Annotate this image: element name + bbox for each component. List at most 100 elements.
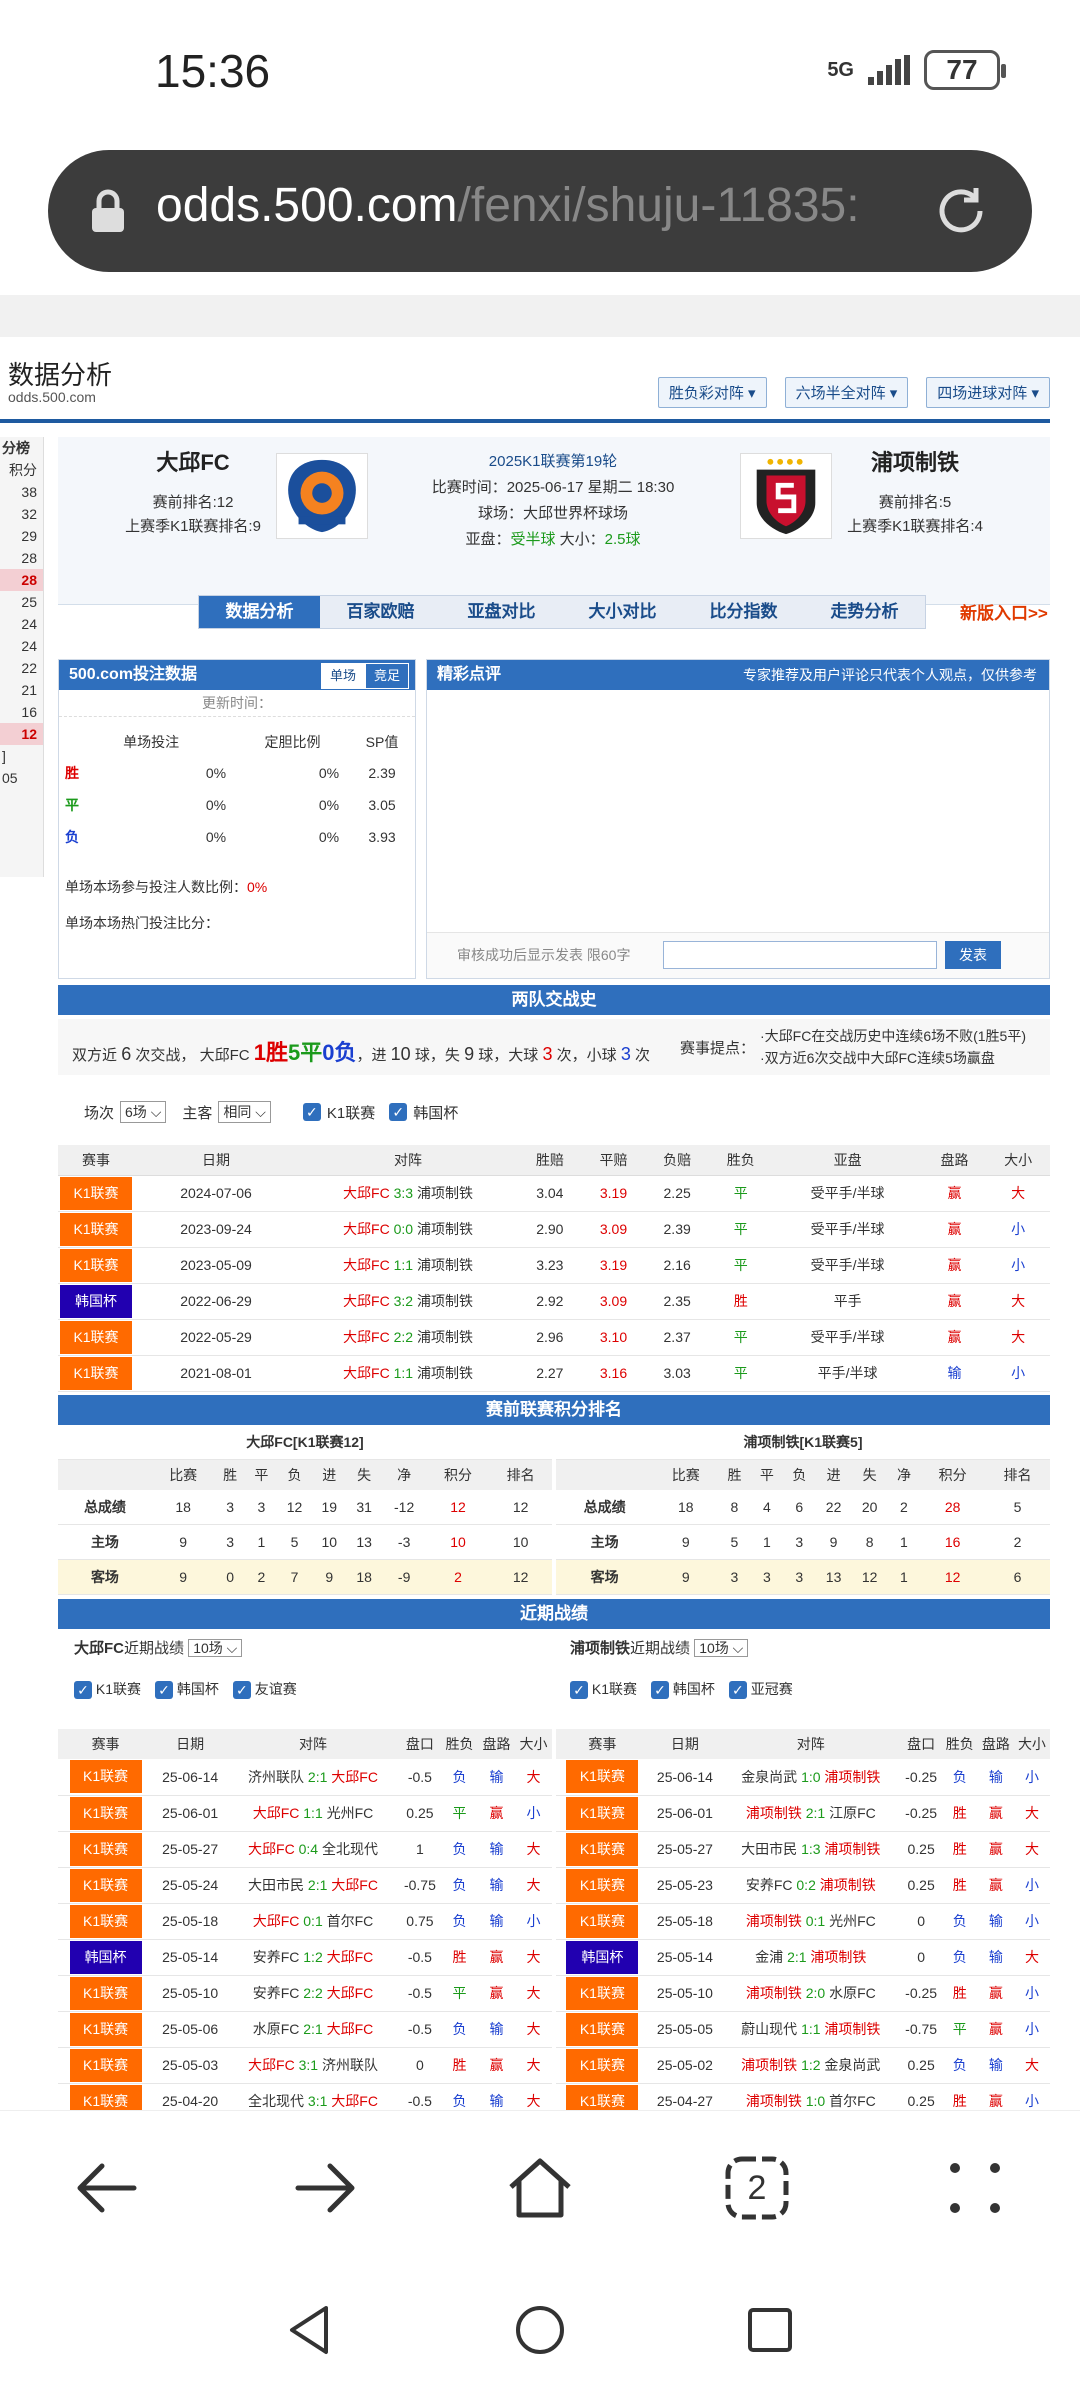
- league-badge[interactable]: K1联赛: [60, 1248, 132, 1282]
- system-back-icon[interactable]: [280, 2300, 340, 2360]
- league-badge[interactable]: K1联赛: [69, 2048, 142, 2082]
- league-badge[interactable]: K1联赛: [69, 1832, 142, 1866]
- league-badge[interactable]: K1联赛: [566, 1796, 639, 1830]
- league-badge[interactable]: K1联赛: [566, 1832, 639, 1866]
- league-badge[interactable]: K1联赛: [60, 1176, 132, 1210]
- checkbox-cup[interactable]: ✓: [389, 1103, 408, 1121]
- league-badge[interactable]: K1联赛: [566, 1976, 639, 2010]
- tab-data-analysis[interactable]: 数据分析: [199, 596, 320, 628]
- league-badge[interactable]: K1联赛: [566, 1868, 639, 1902]
- home-recent-count-select[interactable]: 10场 ⌵: [188, 1639, 243, 1657]
- homeaway-select[interactable]: 相同 ⌵: [218, 1101, 271, 1123]
- tab-asia-odds[interactable]: 亚盘对比: [441, 596, 562, 628]
- league-badge[interactable]: K1联赛: [566, 1904, 639, 1938]
- league-badge[interactable]: K1联赛: [69, 1760, 142, 1794]
- league-badge[interactable]: K1联赛: [69, 1868, 142, 1902]
- match-pair[interactable]: 浦项制铁 2:1 江原FC: [721, 1795, 901, 1832]
- menu-icon[interactable]: [940, 2153, 1010, 2223]
- tab-euro-odds[interactable]: 百家欧赔: [320, 596, 441, 628]
- home-team-name[interactable]: 大邱FC: [78, 445, 308, 477]
- league-badge[interactable]: 韩国杯: [566, 1940, 639, 1974]
- system-recents-icon[interactable]: [740, 2300, 800, 2360]
- match-pair[interactable]: 浦项制铁 0:1 光州FC: [721, 1903, 901, 1940]
- recent-col: 对阵: [227, 1729, 399, 1759]
- league-badge[interactable]: K1联赛: [566, 2048, 639, 2082]
- checkbox-k1[interactable]: ✓: [302, 1103, 321, 1121]
- league-badge[interactable]: K1联赛: [566, 2084, 639, 2110]
- match-pair[interactable]: 大邱FC 3:2 浦项制铁: [298, 1283, 518, 1320]
- home-recent-label: 近期战绩: [124, 1640, 185, 1657]
- match-pair[interactable]: 济州联队 2:1 大邱FC: [227, 1759, 399, 1796]
- league-badge[interactable]: 韩国杯: [69, 1940, 142, 1974]
- home-chk-cup[interactable]: ✓: [155, 1681, 174, 1700]
- standings-cell: 5: [985, 1489, 1050, 1525]
- away-team-name[interactable]: 浦项制铁: [800, 445, 1030, 477]
- system-home-icon[interactable]: [510, 2300, 570, 2360]
- match-pair[interactable]: 大邱FC 2:2 浦项制铁: [298, 1319, 518, 1356]
- match-pair[interactable]: 蔚山现代 1:1 浦项制铁: [721, 2011, 901, 2048]
- match-pair[interactable]: 大邱FC 1:1 浦项制铁: [298, 1247, 518, 1284]
- count-select[interactable]: 6场 ⌵: [120, 1101, 167, 1123]
- comment-input[interactable]: [663, 941, 937, 969]
- match-round[interactable]: 2025K1联赛第19轮: [378, 449, 728, 475]
- away-chk-acl[interactable]: ✓: [728, 1681, 747, 1700]
- sfc-button[interactable]: 胜负彩对阵 ▾: [657, 377, 767, 408]
- league-badge[interactable]: K1联赛: [69, 2084, 142, 2110]
- league-badge[interactable]: K1联赛: [69, 1796, 142, 1830]
- away-chk-k1[interactable]: ✓: [570, 1681, 588, 1700]
- match-pair[interactable]: 安养FC 1:2 大邱FC: [227, 1939, 399, 1976]
- match-pair[interactable]: 全北现代 3:1 大邱FC: [227, 2083, 399, 2110]
- match-pair[interactable]: 大邱FC 0:4 全北现代: [227, 1831, 399, 1868]
- away-chk-cup[interactable]: ✓: [651, 1681, 670, 1700]
- six-half-button[interactable]: 六场半全对阵 ▾: [784, 377, 909, 408]
- toggle-jingzu[interactable]: 竞足: [364, 663, 409, 689]
- match-pair[interactable]: 金泉尚武 1:0 浦项制铁: [721, 1759, 901, 1796]
- league-badge[interactable]: K1联赛: [60, 1320, 132, 1354]
- new-version-link[interactable]: 新版入口>>: [960, 599, 1048, 624]
- submit-comment-button[interactable]: 发表: [945, 941, 1001, 969]
- tab-over-under[interactable]: 大小对比: [562, 596, 683, 628]
- league-badge[interactable]: K1联赛: [60, 1356, 132, 1390]
- match-pair[interactable]: 浦项制铁 2:0 水原FC: [721, 1975, 901, 2012]
- match-pair[interactable]: 水原FC 2:1 大邱FC: [227, 2011, 399, 2048]
- forward-icon[interactable]: [290, 2153, 360, 2223]
- home-chk-k1[interactable]: ✓: [74, 1681, 92, 1700]
- match-pair[interactable]: 浦项制铁 1:0 首尔FC: [721, 2083, 901, 2110]
- match-pair[interactable]: 大邱FC 3:1 济州联队: [227, 2047, 399, 2084]
- league-badge[interactable]: K1联赛: [566, 2012, 639, 2046]
- back-icon[interactable]: [72, 2153, 142, 2223]
- standings-cell: 10: [426, 1524, 490, 1560]
- tab-score-index[interactable]: 比分指数: [683, 596, 804, 628]
- tab-trend[interactable]: 走势分析: [804, 596, 925, 628]
- match-pair[interactable]: 大邱FC 0:0 浦项制铁: [298, 1211, 518, 1248]
- league-badge[interactable]: K1联赛: [69, 1904, 142, 1938]
- match-pair[interactable]: 安养FC 2:2 大邱FC: [227, 1975, 399, 2012]
- url-text[interactable]: odds.500.com/fenxi/shuju-11835:: [156, 178, 936, 244]
- league-badge[interactable]: K1联赛: [69, 1976, 142, 2010]
- address-bar[interactable]: odds.500.com/fenxi/shuju-11835:: [48, 150, 1032, 272]
- match-pair[interactable]: 浦项制铁 1:2 金泉尚武: [721, 2047, 901, 2084]
- result: 平: [441, 1975, 478, 2012]
- away-recent-count-select[interactable]: 10场 ⌵: [694, 1639, 749, 1657]
- home-chk-friendly[interactable]: ✓: [232, 1681, 251, 1700]
- match-pair[interactable]: 大邱FC 1:1 浦项制铁: [298, 1355, 518, 1392]
- match-pair[interactable]: 大邱FC 3:3 浦项制铁: [298, 1175, 518, 1212]
- league-badge[interactable]: K1联赛: [60, 1212, 132, 1246]
- tabs-icon[interactable]: 2: [722, 2153, 792, 2223]
- h2h-row: K1联赛 2021-08-01 大邱FC 1:1 浦项制铁 2.27 3.16 3.03 平…: [58, 1355, 1050, 1392]
- match-pair[interactable]: 大邱FC 1:1 光州FC: [227, 1795, 399, 1832]
- reload-icon[interactable]: [930, 180, 992, 242]
- match-date: 25-06-01: [153, 1795, 228, 1832]
- bet-single: 0%: [205, 829, 227, 845]
- league-badge[interactable]: 韩国杯: [60, 1284, 132, 1318]
- match-pair[interactable]: 大邱FC 0:1 首尔FC: [227, 1903, 399, 1940]
- toggle-single[interactable]: 单场: [320, 663, 365, 689]
- match-pair[interactable]: 安养FC 0:2 浦项制铁: [721, 1867, 901, 1904]
- league-badge[interactable]: K1联赛: [69, 2012, 142, 2046]
- match-pair[interactable]: 金浦 2:1 浦项制铁: [721, 1939, 901, 1976]
- home-icon[interactable]: [505, 2153, 575, 2223]
- league-badge[interactable]: K1联赛: [566, 1760, 639, 1794]
- match-pair[interactable]: 大田市民 1:3 浦项制铁: [721, 1831, 901, 1868]
- match-pair[interactable]: 大田市民 2:1 大邱FC: [227, 1867, 399, 1904]
- four-goal-button[interactable]: 四场进球对阵 ▾: [926, 377, 1050, 408]
